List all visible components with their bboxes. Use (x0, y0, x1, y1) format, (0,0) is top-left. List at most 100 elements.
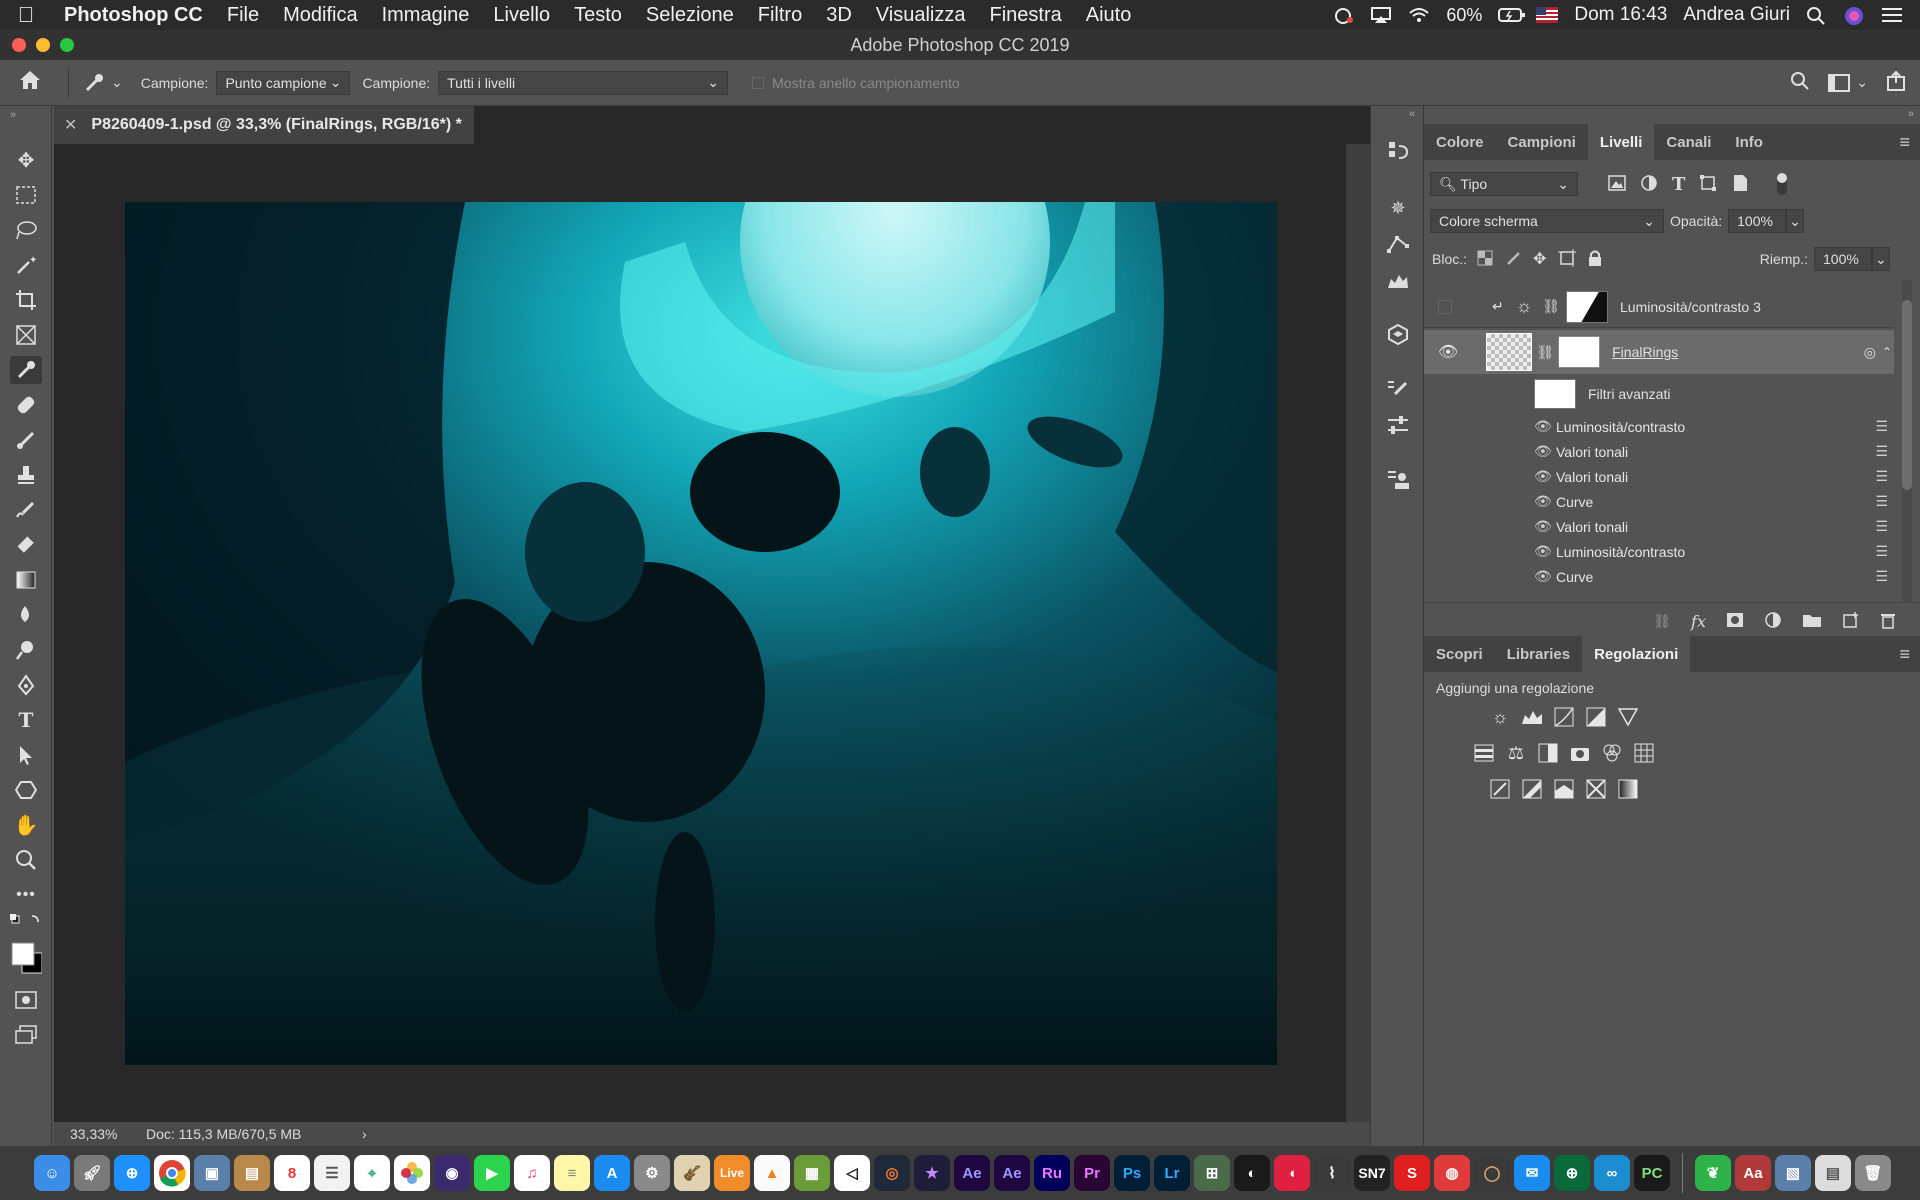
menu-filtro[interactable]: Filtro (746, 4, 814, 27)
apple-menu-icon[interactable]:  (0, 2, 52, 28)
pycharm-dock-icon[interactable]: PC (1634, 1155, 1670, 1191)
blur-tool-icon[interactable] (10, 601, 42, 629)
filter-shape-icon[interactable] (1699, 174, 1717, 195)
smart-filter-item[interactable]: 👁︎ Valori tonali ☰ (1534, 464, 1894, 489)
path-selection-tool-icon[interactable] (10, 741, 42, 769)
lock-artboard-icon[interactable] (1558, 248, 1577, 270)
smart-filter-item[interactable]: 👁︎ Valori tonali ☰ (1534, 439, 1894, 464)
exposure-icon[interactable] (1584, 705, 1608, 729)
properties-panel-icon[interactable] (1384, 412, 1412, 440)
quick-mask-icon[interactable] (10, 986, 42, 1014)
collapse-effects-icon[interactable]: ⌃ (1882, 345, 1892, 359)
opacity-input[interactable]: 100% (1728, 209, 1787, 233)
selective-color-icon[interactable] (1584, 777, 1608, 801)
itunes-dock-icon[interactable]: ♫ (514, 1155, 550, 1191)
contacts-dock-icon[interactable]: ▤ (234, 1155, 270, 1191)
tab-info[interactable]: Info (1723, 124, 1775, 160)
collapse-toolbar-icon[interactable]: » (10, 108, 42, 122)
zoom-tool-icon[interactable] (10, 846, 42, 874)
finder-dock-icon[interactable]: ☺ (34, 1155, 70, 1191)
eye-icon[interactable]: 👁︎ (1438, 342, 1458, 362)
crop-tool-icon[interactable] (10, 286, 42, 314)
fill-input[interactable]: 100% (1814, 247, 1872, 271)
layer-name[interactable]: FinalRings (1612, 344, 1678, 360)
chrome-dock-icon[interactable] (154, 1155, 190, 1191)
layer-mask-thumbnail[interactable] (1566, 290, 1609, 323)
lock-all-icon[interactable] (1588, 250, 1602, 269)
smart-filters-row[interactable]: Filtri avanzati (1424, 376, 1894, 412)
swap-colors-icon[interactable] (10, 911, 42, 931)
color-balance-icon[interactable]: ⚖ (1504, 741, 1528, 765)
dictionary-dock-icon[interactable]: Aa (1735, 1155, 1771, 1191)
reminders-dock-icon[interactable]: ☰ (314, 1155, 350, 1191)
show-ring-checkbox[interactable] (752, 76, 765, 89)
tab-livelli[interactable]: Livelli (1587, 124, 1655, 160)
facetime-dock-icon[interactable]: ▶ (474, 1155, 510, 1191)
smart-object-thumbnail[interactable] (1486, 333, 1533, 371)
tab-scopri[interactable]: Scopri (1424, 636, 1495, 672)
link-layers-icon[interactable]: ⛓ (1653, 613, 1671, 630)
pen-tool-icon[interactable] (10, 671, 42, 699)
lock-transparent-icon[interactable] (1477, 250, 1493, 269)
vlc-dock-icon[interactable]: ▲ (754, 1155, 790, 1191)
wifi-icon[interactable] (1408, 6, 1430, 24)
black-white-icon[interactable] (1536, 741, 1560, 765)
lock-move-icon[interactable]: ✥ (1533, 249, 1546, 269)
filter-adjustment-icon[interactable] (1640, 174, 1658, 195)
user-name[interactable]: Andrea Giuri (1683, 4, 1790, 26)
ableton-live-dock-icon[interactable]: Live (714, 1155, 750, 1191)
shape-tool-icon[interactable] (10, 776, 42, 804)
battery-icon[interactable] (1498, 6, 1526, 24)
posterize-icon[interactable] (1520, 777, 1544, 801)
panel-menu-icon[interactable]: ≡ (1889, 636, 1920, 672)
filter-kind-select[interactable]: 🔍︎ Tipo (1430, 172, 1578, 196)
gradient-map-icon[interactable] (1616, 777, 1640, 801)
layer-name[interactable]: Luminosità/contrasto 3 (1620, 299, 1761, 315)
type-tool-icon[interactable]: T (10, 706, 42, 734)
filter-blend-options-icon[interactable]: ☰ (1875, 543, 1888, 560)
gradient-tool-icon[interactable] (10, 566, 42, 594)
visibility-off-box[interactable] (1438, 299, 1452, 314)
filter-blend-options-icon[interactable]: ☰ (1875, 418, 1888, 435)
brush-tool-icon[interactable] (10, 426, 42, 454)
eyedropper-tool-icon[interactable] (10, 356, 42, 384)
invert-icon[interactable] (1488, 777, 1512, 801)
menu-aiuto[interactable]: Aiuto (1074, 4, 1144, 27)
filter-blend-options-icon[interactable]: ☰ (1875, 518, 1888, 535)
rode-dock-icon[interactable]: ⊕ (1554, 1155, 1590, 1191)
eye-icon[interactable]: 👁︎ (1534, 493, 1556, 510)
eye-icon[interactable]: 👁︎ (1534, 543, 1556, 560)
blender-dock-icon[interactable]: ◎ (874, 1155, 910, 1191)
healing-brush-tool-icon[interactable] (10, 391, 42, 419)
maps-dock-icon[interactable]: ⌖ (354, 1155, 390, 1191)
eye-icon[interactable]: 👁︎ (1534, 568, 1556, 585)
aperture-dock-icon[interactable]: ◐ (1234, 1155, 1270, 1191)
brightness-contrast-icon[interactable]: ☼ (1488, 705, 1512, 729)
close-tab-icon[interactable]: ✕ (64, 115, 77, 135)
sample-layers-select[interactable]: Tutti i livelli (438, 70, 729, 95)
notification-center-icon[interactable] (1882, 6, 1904, 24)
zoom-level[interactable]: 33,33% (54, 1126, 146, 1142)
marquee-tool-icon[interactable] (10, 181, 42, 209)
smart-filter-item[interactable]: 👁︎ Valori tonali ☰ (1534, 514, 1894, 539)
pocket-dock-icon[interactable]: ◖ (1274, 1155, 1310, 1191)
filter-blend-options-icon[interactable]: ☰ (1875, 493, 1888, 510)
menu-3d[interactable]: 3D (814, 4, 864, 27)
eye-icon[interactable]: 👁︎ (1534, 418, 1556, 435)
notes-dock-icon[interactable]: ≡ (554, 1155, 590, 1191)
menu-file[interactable]: File (215, 4, 271, 27)
tab-campioni[interactable]: Campioni (1496, 124, 1588, 160)
fill-dropdown[interactable] (1872, 247, 1890, 271)
curves-icon[interactable] (1552, 705, 1576, 729)
lock-paint-icon[interactable] (1505, 250, 1521, 269)
zoom-window-button[interactable] (60, 38, 74, 52)
dodge-tool-icon[interactable] (10, 636, 42, 664)
eye-icon[interactable]: 👁︎ (1534, 468, 1556, 485)
fx-icon[interactable]: fx (1691, 612, 1706, 631)
after-effects-2-dock-icon[interactable]: Ae (994, 1155, 1030, 1191)
channel-mixer-icon[interactable] (1600, 741, 1624, 765)
system-preferences-dock-icon[interactable]: ⚙ (634, 1155, 670, 1191)
threshold-icon[interactable] (1552, 777, 1576, 801)
screenshot-dock-icon[interactable]: ▧ (1775, 1155, 1811, 1191)
levels-icon[interactable] (1520, 705, 1544, 729)
